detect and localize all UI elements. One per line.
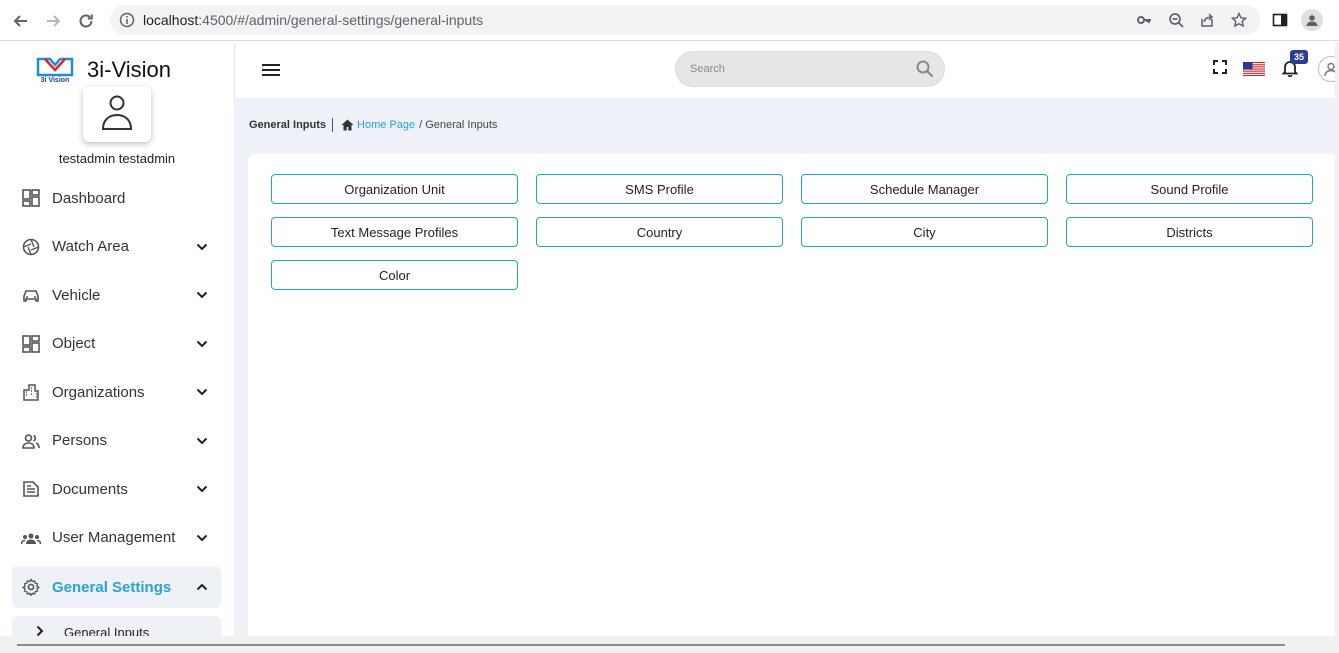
object-grid-icon (20, 333, 42, 355)
forward-arrow-icon[interactable] (40, 8, 66, 34)
home-icon[interactable] (341, 119, 354, 131)
chevron-down-icon[interactable] (195, 482, 209, 496)
main-content: General Inputs Home Page / General Input… (234, 98, 1339, 644)
back-arrow-icon[interactable] (8, 8, 34, 34)
general-inputs-card: Organization Unit SMS Profile Schedule M… (248, 154, 1338, 644)
reload-icon[interactable] (73, 8, 99, 34)
page-title: General Inputs (249, 119, 327, 131)
tile-country[interactable]: Country (536, 217, 783, 247)
search-input[interactable]: Search (675, 51, 945, 87)
top-header: Search 35 (234, 42, 1339, 98)
tile-text-message-profiles[interactable]: Text Message Profiles (271, 217, 518, 247)
submenu-item-general-inputs[interactable]: General Inputs (12, 616, 221, 636)
sidebar-item-label: Vehicle (52, 286, 101, 304)
sidebar-item-label: General Settings (52, 578, 172, 596)
sidebar-item-organizations[interactable]: Organizations (12, 368, 221, 417)
user-icon (101, 95, 133, 130)
profile-icon[interactable] (1300, 8, 1324, 32)
gear-icon (20, 576, 42, 598)
breadcrumb-current: / General Inputs (419, 119, 498, 131)
breadcrumb-home-link[interactable]: Home Page (357, 119, 415, 131)
bookmark-star-icon[interactable] (1230, 11, 1248, 29)
tile-sms-profile[interactable]: SMS Profile (536, 174, 783, 204)
sidebar-item-label: User Management (52, 529, 176, 547)
us-flag-icon[interactable] (1243, 62, 1265, 76)
sidebar-item-label: Organizations (52, 383, 145, 401)
sidebar-item-label: Documents (52, 480, 128, 498)
url-path: :4500/#/admin/general-settings/general-i… (198, 12, 484, 28)
horizontal-scrollbar[interactable] (0, 636, 1339, 653)
submenu-item-label: General Inputs (64, 625, 150, 636)
side-panel-icon[interactable] (1268, 8, 1292, 32)
sidebar-item-persons[interactable]: Persons (12, 417, 221, 466)
zoom-icon[interactable] (1167, 11, 1185, 29)
brand-logo-text: 3i Vision (41, 77, 70, 84)
address-bar[interactable]: localhost:4500/#/admin/general-settings/… (110, 5, 1260, 35)
user-avatar[interactable] (83, 86, 151, 142)
vertical-scrollbar[interactable] (1335, 42, 1339, 636)
sidebar-item-documents[interactable]: Documents (12, 465, 221, 514)
people-icon (20, 430, 42, 452)
tile-schedule-manager[interactable]: Schedule Manager (801, 174, 1048, 204)
sidebar-item-object[interactable]: Object (12, 320, 221, 369)
chevron-right-icon (36, 624, 44, 636)
site-info-icon[interactable] (119, 12, 135, 33)
sidebar-item-dashboard[interactable]: Dashboard (12, 174, 221, 223)
chevron-down-icon[interactable] (195, 240, 209, 254)
sidebar-menu: Dashboard Watch Area Vehicle Object Orga… (12, 174, 221, 636)
chevron-down-icon[interactable] (195, 434, 209, 448)
url-host: localhost (143, 12, 199, 28)
group-icon (20, 527, 42, 549)
menu-toggle-icon[interactable] (262, 62, 282, 78)
sidebar: 3i Vision 3i-Vision testadmin testadmin … (0, 42, 234, 636)
brand[interactable]: 3i Vision 3i-Vision (35, 54, 171, 86)
notification-badge: 35 (1290, 50, 1308, 64)
sidebar-item-user-management[interactable]: User Management (12, 514, 221, 563)
search-icon[interactable] (916, 60, 934, 83)
sidebar-item-label: Object (52, 335, 96, 353)
brand-logo: 3i Vision (36, 57, 74, 84)
app-name: 3i-Vision (87, 57, 171, 82)
sidebar-item-watch-area[interactable]: Watch Area (12, 223, 221, 272)
chevron-down-icon[interactable] (195, 288, 209, 302)
chevron-down-icon[interactable] (195, 531, 209, 545)
chevron-down-icon[interactable] (195, 385, 209, 399)
buildings-icon (20, 381, 42, 403)
sidebar-item-vehicle[interactable]: Vehicle (12, 271, 221, 320)
address-url: localhost:4500/#/admin/general-settings/… (143, 12, 483, 28)
chevron-down-icon[interactable] (195, 337, 209, 351)
sidebar-item-label: Persons (52, 432, 108, 450)
sidebar-item-label: Watch Area (52, 238, 129, 256)
sidebar-item-general-settings[interactable]: General Settings (12, 566, 221, 608)
document-icon (20, 478, 42, 500)
scrollbar-thumb[interactable] (17, 644, 1285, 646)
key-icon[interactable] (1135, 11, 1153, 29)
car-icon (20, 284, 42, 306)
tile-city[interactable]: City (801, 217, 1048, 247)
browser-toolbar: localhost:4500/#/admin/general-settings/… (0, 0, 1339, 41)
dashboard-icon (20, 187, 42, 209)
general-inputs-grid: Organization Unit SMS Profile Schedule M… (271, 174, 1313, 290)
profile-avatar (1301, 9, 1323, 31)
share-icon[interactable] (1198, 11, 1216, 29)
chevron-up-icon[interactable] (195, 580, 209, 594)
camera-shutter-icon (20, 236, 42, 258)
fullscreen-icon[interactable] (1213, 60, 1227, 74)
breadcrumb: General Inputs Home Page / General Input… (249, 118, 497, 132)
sidebar-item-label: Dashboard (52, 189, 126, 207)
breadcrumb-divider (332, 118, 334, 132)
tile-sound-profile[interactable]: Sound Profile (1066, 174, 1313, 204)
search-placeholder: Search (690, 63, 725, 75)
user-name: testadmin testadmin (58, 151, 176, 166)
tile-districts[interactable]: Districts (1066, 217, 1313, 247)
tile-color[interactable]: Color (271, 260, 518, 290)
tile-organization-unit[interactable]: Organization Unit (271, 174, 518, 204)
